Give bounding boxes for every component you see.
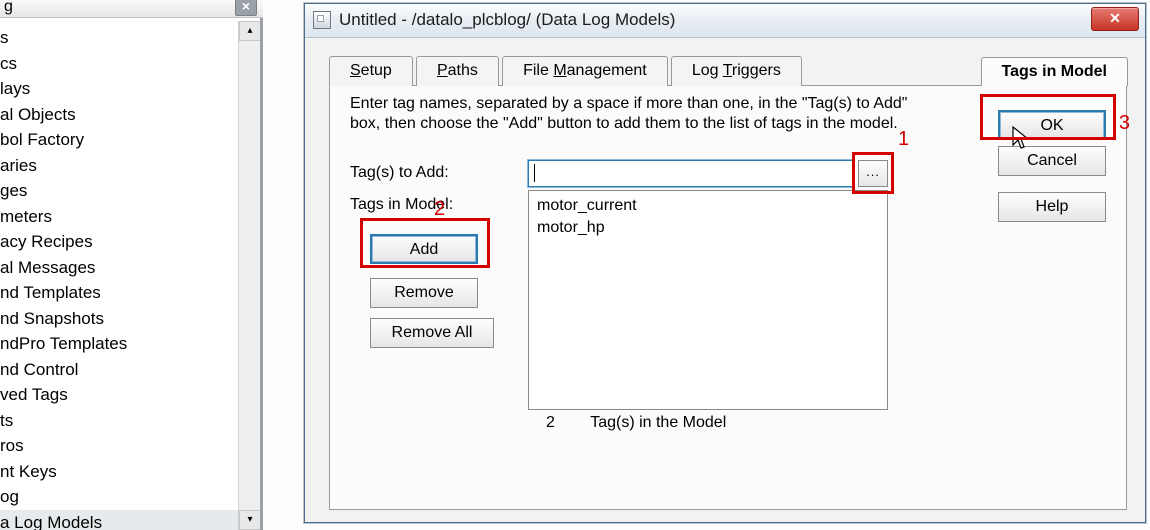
tree-item[interactable]: aries [0,153,260,179]
tree-item[interactable]: a Log Models [0,510,260,530]
tree-item[interactable]: ts [0,408,260,434]
list-item[interactable]: motor_hp [537,217,879,239]
tree-item[interactable]: meters [0,204,260,230]
tree-item[interactable]: ges [0,178,260,204]
window-title: Untitled - /datalo_plcblog/ (Data Log Mo… [339,10,675,30]
explorer-panel: g × scslaysal Objectsbol Factoryariesges… [0,0,263,530]
tree-item[interactable]: nd Control [0,357,260,383]
add-button[interactable]: Add [370,234,478,264]
list-item[interactable]: motor_current [537,195,879,217]
label-tags-to-add: Tag(s) to Add: [350,164,449,182]
tags-in-model-listbox[interactable]: motor_currentmotor_hp [528,190,888,410]
help-button[interactable]: Help [998,192,1106,222]
window-close-button[interactable]: ✕ [1091,7,1139,31]
tree-item[interactable]: acy Recipes [0,229,260,255]
tags-count-row: 2 Tag(s) in the Model [546,414,726,432]
tags-to-add-input[interactable] [528,160,854,187]
scrollbar[interactable]: ▴ ▾ [238,21,260,530]
tree-item[interactable]: nd Templates [0,280,260,306]
remove-button[interactable]: Remove [370,278,478,308]
tab-tags-in-model[interactable]: Tags in Model [981,57,1128,87]
tags-count-label: Tag(s) in the Model [590,414,726,431]
explorer-title-fragment: g [4,0,13,16]
scroll-up-icon[interactable]: ▴ [239,21,260,41]
remove-all-button[interactable]: Remove All [370,318,494,348]
tabstrip: Setup Paths File Management Log Triggers… [329,56,1127,86]
cancel-button[interactable]: Cancel [998,146,1106,176]
tree-item[interactable]: cs [0,51,260,77]
tree-item[interactable]: ved Tags [0,382,260,408]
browse-tags-button[interactable]: ... [858,160,888,187]
titlebar[interactable]: Untitled - /datalo_plcblog/ (Data Log Mo… [305,4,1145,38]
tab-setup[interactable]: Setup [329,56,413,86]
tree-item[interactable]: nt Keys [0,459,260,485]
annotation-num-3: 3 [1119,112,1130,135]
explorer-tree: scslaysal Objectsbol Factoryariesgesmete… [0,21,260,530]
tree-item[interactable]: ndPro Templates [0,331,260,357]
tags-count: 2 [546,414,555,431]
tree-item[interactable]: og [0,484,260,510]
scroll-down-icon[interactable]: ▾ [239,510,260,530]
tree-item[interactable]: bol Factory [0,127,260,153]
tree-item[interactable]: ros [0,433,260,459]
tree-item[interactable]: al Objects [0,102,260,128]
close-icon[interactable]: × [235,0,257,16]
data-log-models-dialog: Untitled - /datalo_plcblog/ (Data Log Mo… [304,3,1146,523]
tree-item[interactable]: s [0,25,260,51]
text-caret [534,164,535,182]
tab-panel-tags-in-model: Enter tag names, separated by a space if… [329,86,1127,510]
explorer-header: g × [0,0,263,18]
tree-item[interactable]: lays [0,76,260,102]
tab-log-triggers[interactable]: Log Triggers [671,56,802,86]
label-tags-in-model: Tags in Model: [350,196,453,214]
instructions-text: Enter tag names, separated by a space if… [350,94,910,134]
tree-item[interactable]: nd Snapshots [0,306,260,332]
tree-item[interactable]: al Messages [0,255,260,281]
ok-button[interactable]: OK [998,110,1106,140]
window-icon [313,11,331,29]
tab-file-management[interactable]: File Management [502,56,668,86]
tab-paths[interactable]: Paths [416,56,499,86]
